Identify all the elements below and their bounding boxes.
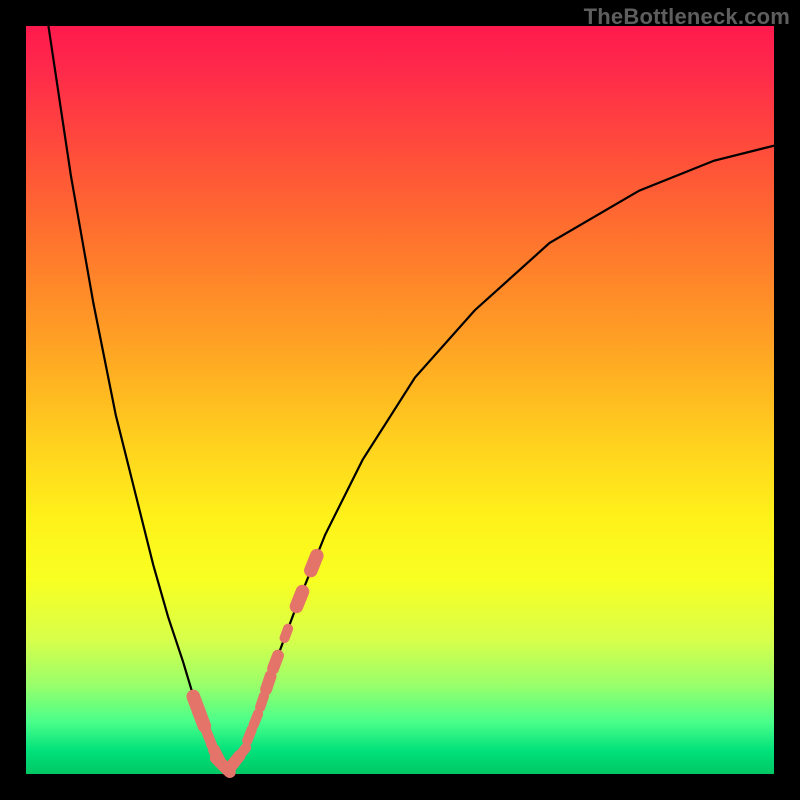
chart-frame (26, 26, 774, 774)
bead-marker (285, 629, 289, 638)
bead-marker (297, 592, 303, 607)
bead-marker (239, 748, 247, 757)
bead-marker (311, 556, 317, 571)
bead-marker (254, 714, 258, 725)
bead-marker (266, 676, 270, 689)
bead-marker (260, 696, 264, 707)
curve-markers (193, 556, 317, 772)
bead-marker (273, 656, 278, 669)
watermark-text: TheBottleneck.com (584, 4, 790, 30)
bead-marker (247, 730, 251, 741)
curve-left (48, 26, 228, 770)
chart-svg (26, 26, 774, 774)
curve-right (228, 146, 774, 771)
